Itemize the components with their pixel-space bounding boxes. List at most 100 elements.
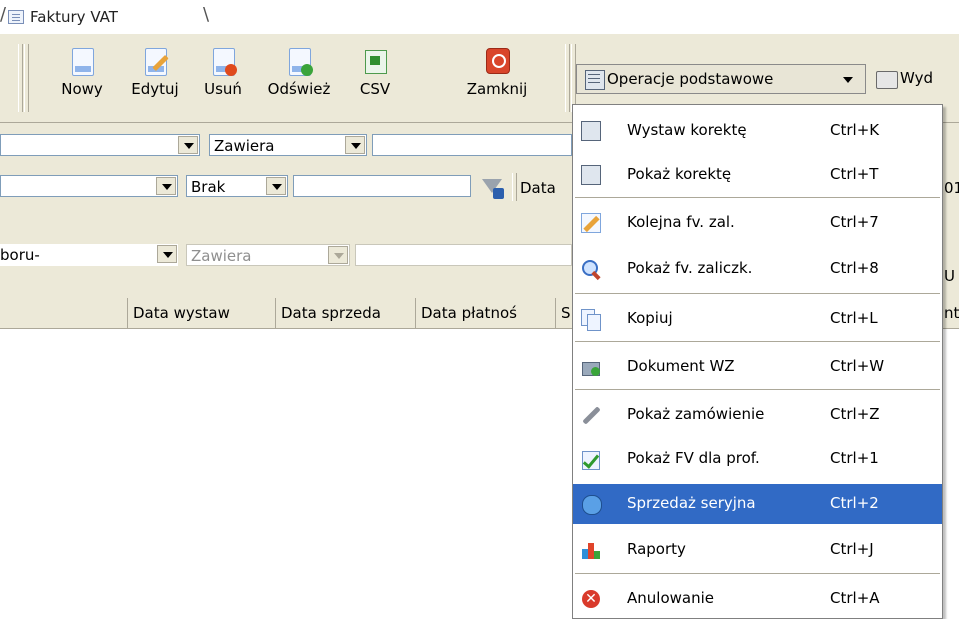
menu-label: Pokaż zamówienie xyxy=(627,405,765,423)
filter2-operator-combo[interactable]: Brak xyxy=(186,175,288,197)
filter-clear-icon[interactable] xyxy=(480,177,504,199)
operations-dropdown-button[interactable]: Operacje podstawowe xyxy=(576,64,866,94)
menu-label: Wystaw korektę xyxy=(627,121,747,139)
menu-shortcut: Ctrl+K xyxy=(830,121,880,139)
menu-label: Sprzedaż seryjna xyxy=(627,494,756,512)
chevron-down-icon xyxy=(843,77,853,83)
filter1-operator-combo[interactable]: Zawiera xyxy=(209,134,367,156)
menu-shortcut: Ctrl+2 xyxy=(830,494,879,512)
tab-faktury-vat[interactable]: Faktury VAT xyxy=(30,8,118,26)
close-button[interactable]: Zamknij xyxy=(460,42,534,114)
menu-item-pokaz-fv-zaliczk[interactable]: Pokaż fv. zaliczk. Ctrl+8 xyxy=(573,249,942,289)
excel-icon xyxy=(365,50,387,74)
tab-edge: / xyxy=(0,4,7,25)
menu-shortcut: Ctrl+W xyxy=(830,357,885,375)
menu-item-dokument-wz[interactable]: Dokument WZ Ctrl+W xyxy=(573,347,942,387)
cancel-icon: ✕ xyxy=(581,589,601,609)
menu-shortcut: Ctrl+8 xyxy=(830,259,879,277)
new-button-label: Nowy xyxy=(61,80,103,98)
new-button[interactable]: Nowy xyxy=(52,42,112,114)
grid-header-sale-date[interactable]: Data sprzeda xyxy=(276,298,416,328)
menu-shortcut: Ctrl+Z xyxy=(830,405,880,423)
menu-item-wystaw-korekte[interactable]: Wystaw korektę Ctrl+K xyxy=(573,111,942,151)
menu-label: Pokaż fv. zaliczk. xyxy=(627,259,753,277)
invoice-grid[interactable] xyxy=(0,329,575,619)
filter1-operator-value: Zawiera xyxy=(214,137,275,155)
filter3-operator-combo: Zawiera xyxy=(186,244,350,266)
date-filter-right: 01 xyxy=(944,179,959,197)
operations-label: Operacje podstawowe xyxy=(607,70,774,88)
grid-header-payment-date[interactable]: Data płatnoś xyxy=(416,298,556,328)
filter2-operator-value: Brak xyxy=(191,178,226,196)
menu-item-sprzedaz-seryjna[interactable]: Sprzedaż seryjna Ctrl+2 xyxy=(573,484,942,524)
tab-edge-right: \ xyxy=(203,4,210,25)
power-icon xyxy=(486,48,510,74)
menu-item-anulowanie[interactable]: ✕ Anulowanie Ctrl+A xyxy=(573,579,942,619)
menu-label: Kolejna fv. zal. xyxy=(627,213,735,231)
menu-separator xyxy=(575,573,940,575)
grid-doc-icon xyxy=(581,165,601,185)
filter2-field-combo[interactable] xyxy=(0,175,178,197)
menu-item-pokaz-korekte[interactable]: Pokaż korektę Ctrl+T xyxy=(573,155,942,195)
delete-button-label: Usuń xyxy=(204,80,242,98)
filter3-field-combo[interactable]: boru- xyxy=(0,244,178,266)
menu-item-pokaz-zamowienie[interactable]: Pokaż zamówienie Ctrl+Z xyxy=(573,395,942,435)
chevron-down-icon xyxy=(178,136,198,154)
package-add-icon xyxy=(581,357,601,377)
new-doc-icon xyxy=(72,48,94,76)
menu-separator xyxy=(575,341,940,343)
edit-button[interactable]: Edytuj xyxy=(124,42,186,114)
print-label: Wyd xyxy=(900,69,933,87)
menu-item-pokaz-fv-prof[interactable]: Pokaż FV dla prof. Ctrl+1 xyxy=(573,439,942,479)
tab-strip: / Faktury VAT \ xyxy=(0,0,959,35)
filter1-field-combo[interactable] xyxy=(0,134,200,156)
menu-label: Raporty xyxy=(627,540,686,558)
grid-header-blank[interactable] xyxy=(0,298,128,328)
toolbar-grip-3 xyxy=(565,44,570,112)
toolbar-grip-2 xyxy=(24,44,29,112)
edit-button-label: Edytuj xyxy=(131,80,179,98)
grid-header-right[interactable]: nta xyxy=(944,298,959,328)
menu-shortcut: Ctrl+L xyxy=(830,309,878,327)
chevron-down-icon xyxy=(345,136,365,154)
filter3-field-value: boru- xyxy=(0,246,40,264)
date-filter-label: Data xyxy=(520,179,556,197)
filter3-value-input xyxy=(355,244,572,266)
refresh-button[interactable]: Odśwież xyxy=(258,42,340,114)
refresh-badge-icon xyxy=(301,64,313,76)
filter3-operator-value: Zawiera xyxy=(191,247,252,265)
delete-badge-icon xyxy=(225,64,237,76)
delete-button[interactable]: Usuń xyxy=(196,42,250,114)
chart-icon xyxy=(581,540,601,560)
menu-item-kopiuj[interactable]: Kopiuj Ctrl+L xyxy=(573,299,942,339)
csv-button[interactable]: CSV xyxy=(350,42,400,114)
menu-separator xyxy=(575,197,940,199)
menu-shortcut: Ctrl+7 xyxy=(830,213,879,231)
print-button[interactable]: Wyd xyxy=(872,64,959,94)
cube-icon xyxy=(581,494,602,515)
menu-shortcut: Ctrl+A xyxy=(830,589,880,607)
menu-item-raporty[interactable]: Raporty Ctrl+J xyxy=(573,530,942,570)
list-icon xyxy=(8,10,24,24)
filter1-value-input[interactable] xyxy=(372,134,572,156)
chevron-down-icon xyxy=(157,245,177,263)
menu-item-kolejna-fv[interactable]: Kolejna fv. zal. Ctrl+7 xyxy=(573,203,942,243)
csv-button-label: CSV xyxy=(359,80,391,98)
edit-icon xyxy=(581,213,601,233)
copy-icon xyxy=(581,309,601,331)
menu-shortcut: Ctrl+1 xyxy=(830,449,879,467)
grid-header-issue-date[interactable]: Data wystaw xyxy=(128,298,276,328)
chevron-down-icon xyxy=(266,177,286,195)
chevron-down-icon xyxy=(328,246,348,264)
toolbar-grip[interactable] xyxy=(18,44,23,112)
filter3-right-label: U xyxy=(944,267,955,285)
menu-shortcut: Ctrl+T xyxy=(830,165,879,183)
menu-shortcut: Ctrl+J xyxy=(830,540,874,558)
menu-label: Dokument WZ xyxy=(627,357,735,375)
grid-doc-icon xyxy=(581,121,601,141)
operations-menu: Wystaw korektę Ctrl+K Pokaż korektę Ctrl… xyxy=(572,104,943,619)
magnifier-icon xyxy=(581,259,601,281)
filter2-value-input[interactable] xyxy=(293,175,471,197)
menu-separator xyxy=(575,293,940,295)
refresh-button-label: Odśwież xyxy=(267,80,331,98)
